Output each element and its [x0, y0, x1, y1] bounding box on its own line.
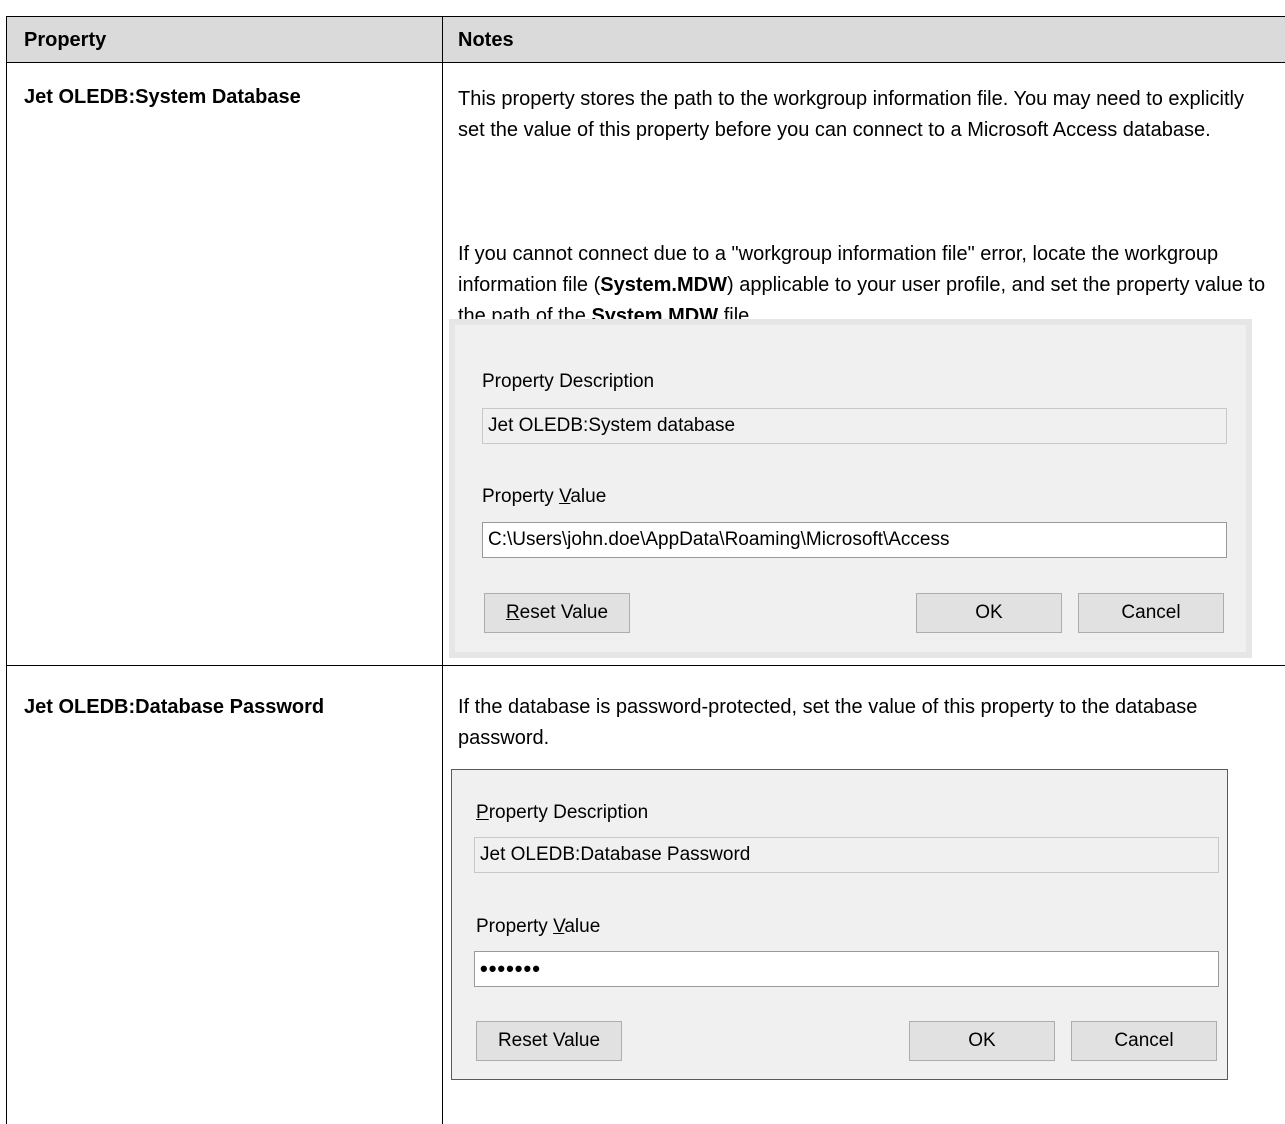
row-divider: [6, 665, 1285, 666]
ok-button[interactable]: OK: [909, 1021, 1055, 1061]
header-notes: Notes: [458, 29, 514, 51]
notes-paragraph: If the database is password-protected, s…: [458, 696, 1198, 749]
bold-filename: System.MDW: [600, 274, 727, 296]
label-text: Property: [482, 486, 560, 507]
accelerator-key: P: [476, 802, 489, 823]
button-label: eset Value: [519, 602, 609, 623]
label-text: roperty Description: [488, 802, 649, 823]
property-dialog-database-password: Property Description Jet OLEDB:Database …: [451, 769, 1228, 1080]
accelerator-key: R: [505, 602, 520, 623]
column-divider: [442, 16, 443, 1124]
description-field: Jet OLEDB:Database Password: [474, 837, 1219, 873]
description-label: Property Description: [482, 371, 655, 392]
label-text: alue: [564, 916, 601, 937]
masked-password: •••••••: [480, 956, 541, 981]
reset-value-button[interactable]: Reset Value: [484, 593, 630, 633]
header-property: Property: [24, 29, 107, 51]
label-text: Property: [476, 916, 554, 937]
password-input[interactable]: •••••••: [474, 951, 1219, 987]
label-text: alue: [570, 486, 607, 507]
value-input[interactable]: C:\Users\john.doe\AppData\Roaming\Micros…: [482, 522, 1227, 558]
reset-value-button[interactable]: Reset Value: [476, 1021, 622, 1061]
property-notes-page: Property Notes Jet OLEDB:System Database…: [0, 0, 1285, 1124]
ok-button[interactable]: OK: [916, 593, 1062, 633]
property-name-database-password: Jet OLEDB:Database Password: [24, 696, 325, 718]
cancel-button[interactable]: Cancel: [1071, 1021, 1217, 1061]
property-dialog-system-database: Property Description Jet OLEDB:System da…: [449, 319, 1252, 658]
accelerator-key: V: [559, 486, 571, 507]
table-header-row: Property Notes: [6, 16, 1285, 63]
cancel-button[interactable]: Cancel: [1078, 593, 1224, 633]
table-left-border: [6, 16, 7, 1124]
value-label: Property Value: [482, 486, 606, 508]
description-field: Jet OLEDB:System database: [482, 408, 1227, 444]
description-label: Property Description: [476, 802, 648, 824]
accelerator-key: V: [553, 916, 565, 937]
notes-paragraph: This property stores the path to the wor…: [458, 88, 1244, 141]
value-label: Property Value: [476, 916, 600, 938]
property-name-system-database: Jet OLEDB:System Database: [24, 86, 301, 108]
